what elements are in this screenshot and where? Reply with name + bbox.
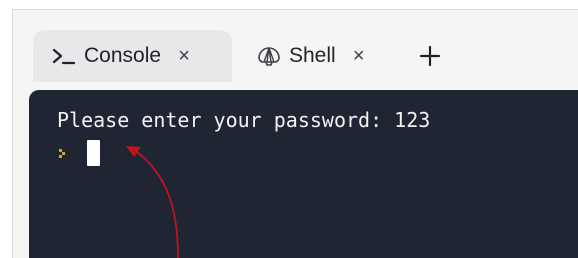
- tab-bar: Console × Shell ×: [13, 10, 578, 90]
- tab-label: Console: [84, 44, 162, 67]
- shell-icon: [257, 45, 281, 67]
- prompt-chevron-icon: [59, 148, 69, 158]
- add-tab-button[interactable]: [417, 43, 443, 69]
- tab-console[interactable]: Console ×: [33, 30, 232, 82]
- workspace-panel: Console × Shell × Please enter your pass…: [12, 9, 578, 258]
- terminal-output-line: Please enter your password: 123: [57, 108, 431, 132]
- tab-label: Shell: [289, 44, 336, 67]
- close-tab-console-icon[interactable]: ×: [175, 45, 193, 67]
- tab-shell[interactable]: Shell ×: [257, 30, 393, 82]
- console-prompt-icon: [52, 46, 76, 66]
- terminal-console[interactable]: Please enter your password: 123: [29, 90, 578, 258]
- terminal-prompt-line[interactable]: [57, 138, 578, 168]
- text-cursor: [87, 140, 100, 166]
- plus-icon: [419, 45, 441, 67]
- close-tab-shell-icon[interactable]: ×: [350, 45, 368, 67]
